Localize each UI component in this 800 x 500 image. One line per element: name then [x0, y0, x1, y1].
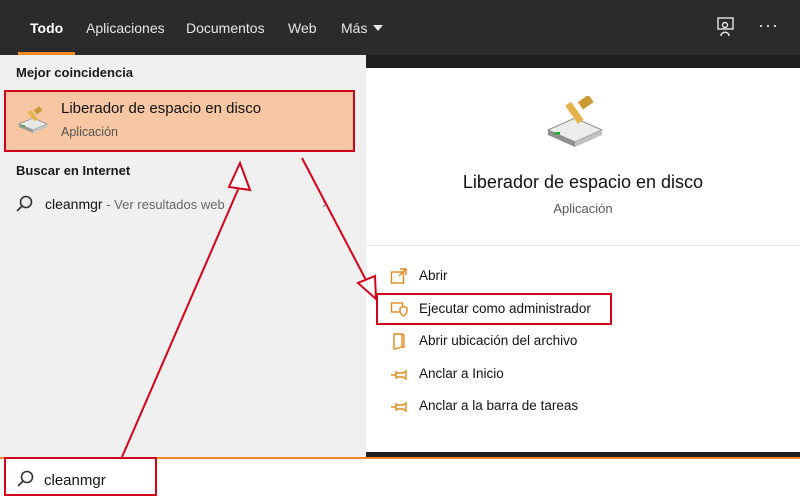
- web-query-text: cleanmgr: [45, 196, 103, 212]
- preview-panel: Liberador de espacio en disco Aplicación…: [366, 68, 800, 452]
- disk-cleanup-icon: [544, 94, 606, 148]
- open-icon: [390, 267, 408, 285]
- search-input[interactable]: [44, 469, 744, 491]
- action-anclar-barra-tareas[interactable]: Anclar a la barra de tareas: [386, 394, 766, 420]
- search-bar: [0, 457, 800, 500]
- search-tab-bar: Todo Aplicaciones Documentos Web Más ···: [0, 0, 800, 55]
- action-label: Anclar a Inicio: [419, 366, 504, 381]
- tab-mas-dropdown[interactable]: Más: [341, 0, 384, 55]
- pin-icon: [390, 397, 408, 415]
- chevron-down-icon: [373, 25, 384, 31]
- search-icon: [15, 194, 35, 214]
- tab-todo[interactable]: Todo: [17, 0, 76, 55]
- pin-icon: [390, 365, 408, 383]
- best-match-subtitle: Aplicación: [61, 125, 118, 139]
- shield-icon: [390, 300, 408, 318]
- action-abrir-ubicacion[interactable]: Abrir ubicación del archivo: [386, 329, 766, 355]
- more-options-icon[interactable]: ···: [758, 16, 780, 38]
- action-label: Abrir ubicación del archivo: [419, 333, 578, 348]
- action-anclar-inicio[interactable]: Anclar a Inicio: [386, 362, 766, 388]
- web-search-result[interactable]: cleanmgr - Ver resultados web ›: [0, 185, 366, 225]
- preview-title: Liberador de espacio en disco: [462, 172, 704, 192]
- chevron-right-icon[interactable]: ›: [322, 195, 327, 213]
- action-label: Ejecutar como administrador: [419, 301, 591, 316]
- action-label: Abrir: [419, 268, 448, 283]
- search-icon: [16, 469, 36, 489]
- feedback-icon[interactable]: [715, 16, 737, 38]
- web-search-query: cleanmgr - Ver resultados web: [45, 196, 225, 212]
- best-match-title: Liberador de espacio en disco: [61, 100, 262, 117]
- tab-aplicaciones[interactable]: Aplicaciones: [86, 0, 165, 55]
- action-ejecutar-como-administrador[interactable]: Ejecutar como administrador: [386, 297, 766, 323]
- tab-documentos[interactable]: Documentos: [186, 0, 265, 55]
- web-search-heading: Buscar en Internet: [16, 163, 131, 178]
- web-query-suffix: - Ver resultados web: [102, 197, 225, 212]
- disk-cleanup-icon: [17, 106, 49, 134]
- tab-web[interactable]: Web: [288, 0, 317, 55]
- action-abrir[interactable]: Abrir: [386, 264, 766, 290]
- results-panel: Mejor coincidencia Liberador de espacio …: [0, 55, 366, 457]
- preview-subtitle: Aplicación: [553, 201, 613, 216]
- tab-mas-label: Más: [341, 20, 368, 36]
- best-match-result[interactable]: Liberador de espacio en disco Aplicación: [5, 90, 354, 151]
- action-label: Anclar a la barra de tareas: [419, 398, 579, 413]
- file-location-icon: [390, 332, 408, 350]
- best-match-heading: Mejor coincidencia: [16, 65, 134, 80]
- divider: [366, 245, 800, 246]
